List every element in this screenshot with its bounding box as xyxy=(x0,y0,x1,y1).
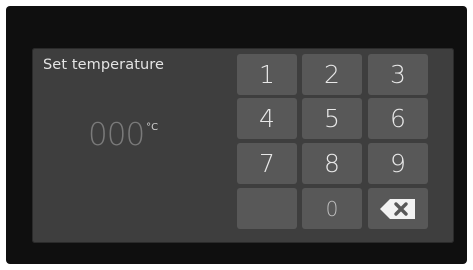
temperature-value: 000 xyxy=(88,117,145,153)
temperature-readout: 000 °C xyxy=(88,120,158,151)
panel-title: Set temperature xyxy=(43,57,165,73)
key-2[interactable]: 2 xyxy=(302,54,362,95)
temperature-unit: °C xyxy=(146,122,159,133)
key-1[interactable]: 1 xyxy=(237,54,297,95)
key-9[interactable]: 9 xyxy=(368,143,428,184)
keypad-panel: Set temperature 000 °C 1 2 3 4 5 6 7 8 9… xyxy=(32,48,454,243)
key-3[interactable]: 3 xyxy=(368,54,428,95)
key-6[interactable]: 6 xyxy=(368,98,428,139)
key-blank xyxy=(237,188,297,229)
backspace-button[interactable] xyxy=(368,188,428,229)
key-0[interactable]: 0 xyxy=(302,188,362,229)
key-5[interactable]: 5 xyxy=(302,98,362,139)
key-8[interactable]: 8 xyxy=(302,143,362,184)
key-4[interactable]: 4 xyxy=(237,98,297,139)
device-bezel: Set temperature 000 °C 1 2 3 4 5 6 7 8 9… xyxy=(6,6,467,264)
key-7[interactable]: 7 xyxy=(237,143,297,184)
backspace-icon xyxy=(378,197,418,221)
